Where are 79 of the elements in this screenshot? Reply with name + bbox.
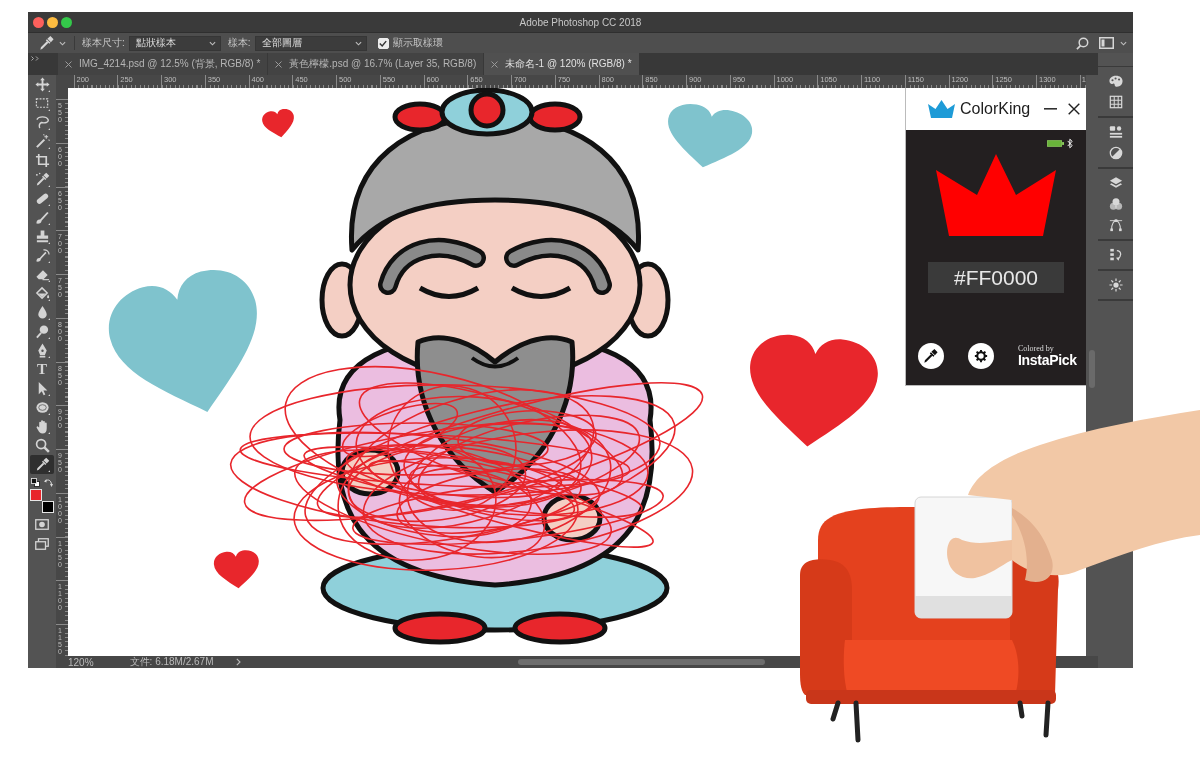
- hex-value-field: #FF0000: [928, 262, 1064, 293]
- grid-icon[interactable]: [1108, 95, 1123, 109]
- collapse-icon[interactable]: [31, 56, 40, 61]
- brush-icon: [34, 210, 50, 225]
- credit-text: Colored by: [1018, 344, 1055, 353]
- tool-button[interactable]: T: [30, 360, 54, 379]
- history-icon[interactable]: [1108, 248, 1123, 262]
- heart: [262, 108, 294, 138]
- eyedropper-icon: [34, 457, 50, 472]
- brand-logo: InstaPick: [1018, 353, 1077, 368]
- checkbox-label: 顯示取樣環: [392, 36, 443, 50]
- channels-icon[interactable]: [1108, 197, 1123, 211]
- battery-icon: [1047, 140, 1064, 147]
- settings-button[interactable]: [968, 343, 994, 369]
- hand-icon: [34, 419, 50, 434]
- crop-icon: [34, 153, 50, 168]
- ellipse-icon: [34, 400, 50, 415]
- close-icon[interactable]: [65, 60, 72, 68]
- field-label: 樣本:: [227, 36, 251, 50]
- eyedropper-icon: [40, 36, 54, 50]
- screen-mode-icon[interactable]: [35, 538, 49, 550]
- sample-dropdown[interactable]: 全部圖層: [254, 35, 367, 51]
- window-zoom-button[interactable]: [61, 16, 72, 28]
- bluetooth-icon: [1067, 138, 1073, 149]
- minimize-icon: [1043, 108, 1057, 110]
- tool-preset-button[interactable]: [40, 36, 66, 50]
- dodge-icon: [34, 324, 50, 339]
- crown-icon: [928, 100, 955, 118]
- document-tab[interactable]: 黃色檸檬.psd @ 16.7% (Layer 35, RGB/8): [268, 53, 484, 75]
- caret-icon: [354, 40, 362, 46]
- quick-mask-icon[interactable]: [35, 519, 49, 530]
- chevron-icon[interactable]: [235, 658, 241, 666]
- brush-icon: [34, 248, 50, 263]
- stamp-icon: [34, 229, 50, 244]
- app-title: ColorKing: [960, 100, 1031, 118]
- move-icon: [34, 77, 50, 92]
- scrollbar-thumb[interactable]: [517, 659, 765, 665]
- window-close-button[interactable]: [33, 16, 44, 28]
- paint-bucket-icon: [34, 286, 50, 301]
- close-icon[interactable]: [275, 60, 283, 68]
- document-tab[interactable]: 未命名-1 @ 120% (RGB/8) *: [484, 53, 639, 75]
- caret-icon: [59, 40, 66, 46]
- paths-icon[interactable]: [1108, 218, 1123, 232]
- close-icon[interactable]: [491, 60, 499, 68]
- close-icon: [1068, 103, 1080, 115]
- libraries-icon[interactable]: [1108, 125, 1123, 139]
- workspace-button[interactable]: [1099, 37, 1127, 49]
- workspace-icon: [1099, 37, 1114, 49]
- eyedropper-icon: [924, 349, 938, 363]
- color-swatch[interactable]: [42, 501, 54, 513]
- color-swatch[interactable]: [30, 489, 42, 501]
- sun-icon[interactable]: [1108, 278, 1123, 292]
- eyedropper-button[interactable]: [918, 343, 944, 369]
- search-icon[interactable]: [1076, 36, 1089, 50]
- checkmark-icon: [379, 39, 388, 47]
- document-size: 文件: 6.18M/2.67M: [129, 655, 214, 669]
- palette-icon[interactable]: [1108, 74, 1123, 88]
- settings-icon: [974, 349, 988, 363]
- close-button[interactable]: [1067, 102, 1081, 116]
- tool-button[interactable]: [30, 455, 54, 474]
- adjustments-icon[interactable]: [1108, 146, 1123, 160]
- window-minimize-button[interactable]: [47, 16, 58, 28]
- layers-icon[interactable]: [1108, 176, 1123, 190]
- default-colors-icon[interactable]: [31, 478, 40, 487]
- magic-wand-icon: [34, 134, 50, 149]
- zoom-level: 120%: [68, 656, 94, 668]
- checkbox[interactable]: [377, 37, 389, 49]
- document-tab[interactable]: IMG_4214.psd @ 12.5% (背景, RGB/8) *: [58, 53, 268, 75]
- zoom-icon: [34, 438, 50, 453]
- window-title: Adobe Photoshop CC 2018: [519, 16, 642, 28]
- eyedropper-icon: [34, 172, 50, 187]
- caret-icon: [208, 40, 216, 46]
- caret-icon: [1120, 40, 1127, 46]
- field-label: 樣本尺寸:: [82, 36, 125, 50]
- lasso-icon: [34, 115, 50, 130]
- swap-arrows-icon[interactable]: [44, 478, 53, 487]
- marquee-icon: [34, 96, 50, 111]
- heart: [213, 550, 259, 589]
- sample-size-dropdown[interactable]: 點狀樣本: [128, 35, 221, 51]
